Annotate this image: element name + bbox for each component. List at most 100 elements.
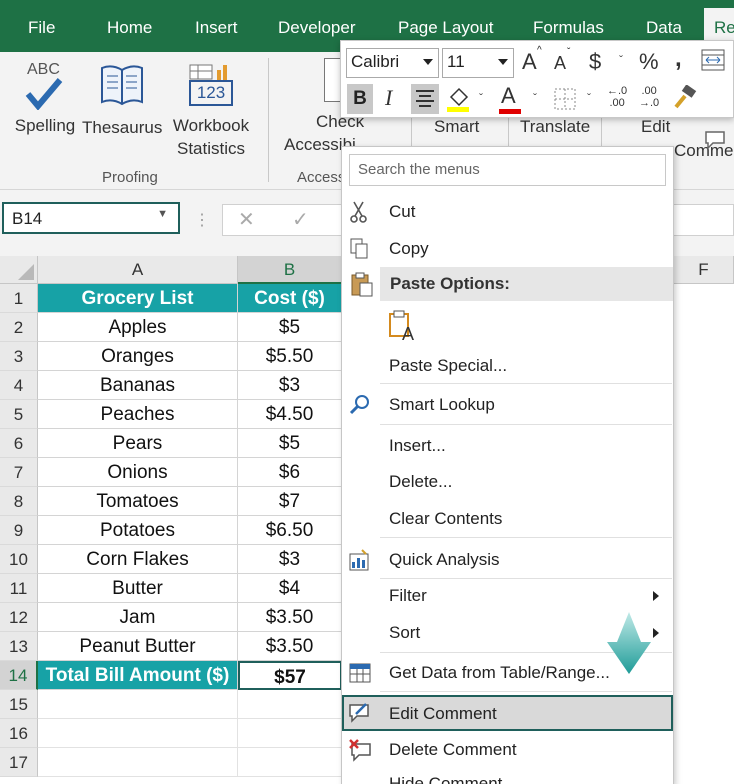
tab-insert[interactable]: Insert xyxy=(195,18,238,38)
row-header[interactable]: 9 xyxy=(0,516,38,545)
table-cell[interactable]: $7 xyxy=(238,487,342,516)
empty-cell[interactable] xyxy=(238,719,342,748)
workbook-statistics-button[interactable]: 123 Workbook Statistics xyxy=(168,58,254,160)
font-color-button[interactable]: A xyxy=(501,83,516,109)
table-cell[interactable]: Potatoes xyxy=(38,516,238,545)
table-header-cell[interactable]: Grocery List xyxy=(38,284,238,313)
table-cell[interactable]: Oranges xyxy=(38,342,238,371)
table-cell[interactable]: $5 xyxy=(238,429,342,458)
table-cell[interactable]: Pears xyxy=(38,429,238,458)
table-cell[interactable]: Butter xyxy=(38,574,238,603)
confirm-entry-icon[interactable]: ✓ xyxy=(292,207,309,232)
table-cell[interactable]: Peanut Butter xyxy=(38,632,238,661)
tab-data[interactable]: Data xyxy=(646,18,682,38)
empty-cell[interactable] xyxy=(238,690,342,719)
row-header[interactable]: 2 xyxy=(0,313,38,342)
menu-item-delete[interactable]: Delete... xyxy=(342,465,673,499)
table-cell[interactable]: Peaches xyxy=(38,400,238,429)
table-cell[interactable]: $5.50 xyxy=(238,342,342,371)
menu-item-delete-comment[interactable]: Delete Comment xyxy=(342,733,673,767)
name-box[interactable]: B14 ▼ xyxy=(2,202,180,234)
increase-decimal-button[interactable]: ←.0.00 xyxy=(607,85,627,109)
table-cell[interactable]: $5 xyxy=(238,313,342,342)
row-header[interactable]: 17 xyxy=(0,748,38,777)
row-header[interactable]: 6 xyxy=(0,429,38,458)
fill-color-dropdown-icon[interactable]: ˇ xyxy=(479,91,483,105)
font-size-select[interactable]: 11 xyxy=(442,48,514,78)
table-cell[interactable]: $3.50 xyxy=(238,603,342,632)
row-header[interactable]: 8 xyxy=(0,487,38,516)
table-cell[interactable]: Bananas xyxy=(38,371,238,400)
percent-style-button[interactable]: % xyxy=(639,49,659,75)
currency-format-button[interactable]: $ xyxy=(589,49,601,75)
table-cell[interactable]: $6 xyxy=(238,458,342,487)
row-header[interactable]: 12 xyxy=(0,603,38,632)
italic-button[interactable]: I xyxy=(385,85,392,111)
table-cell[interactable]: Corn Flakes xyxy=(38,545,238,574)
table-cell[interactable]: Onions xyxy=(38,458,238,487)
comma-style-button[interactable]: , xyxy=(675,45,682,73)
menu-item-clear-contents[interactable]: Clear Contents xyxy=(342,502,673,536)
check-accessibility-button[interactable]: Check Accessibi xyxy=(284,58,364,156)
menu-item-insert[interactable]: Insert... xyxy=(342,429,673,463)
shrink-font-button[interactable]: A xyxy=(554,53,566,74)
translate-button[interactable]: Translate xyxy=(520,115,590,138)
spelling-button[interactable]: ABC Spelling xyxy=(12,58,78,137)
column-header-a[interactable]: A xyxy=(38,256,238,284)
fill-color-icon[interactable] xyxy=(445,85,473,113)
name-box-dropdown-icon[interactable]: ▼ xyxy=(157,208,168,220)
merge-center-icon[interactable] xyxy=(701,49,725,71)
table-cell[interactable]: $3.50 xyxy=(238,632,342,661)
borders-dropdown-icon[interactable]: ˇ xyxy=(587,91,591,105)
menu-item-cut[interactable]: Cut xyxy=(342,195,673,229)
decrease-decimal-button[interactable]: .00 →.0 xyxy=(639,85,659,109)
grow-font-button[interactable]: A xyxy=(522,49,537,75)
tab-home[interactable]: Home xyxy=(107,18,152,38)
empty-cell[interactable] xyxy=(38,748,238,777)
smart-lookup-button[interactable]: Smart xyxy=(434,115,479,138)
table-cell[interactable]: $6.50 xyxy=(238,516,342,545)
menu-item-hide-comment[interactable]: Hide Comment xyxy=(342,767,673,784)
menu-item-edit-comment[interactable]: Edit Comment xyxy=(342,695,673,731)
format-painter-icon[interactable] xyxy=(671,85,697,111)
column-header-b[interactable]: B xyxy=(238,256,342,284)
row-header[interactable]: 1 xyxy=(0,284,38,313)
cancel-entry-icon[interactable]: ✕ xyxy=(238,207,255,232)
menu-search-input[interactable]: Search the menus xyxy=(349,154,666,186)
table-cell[interactable]: $4.50 xyxy=(238,400,342,429)
font-name-select[interactable]: Calibri xyxy=(346,48,439,78)
row-header[interactable]: 4 xyxy=(0,371,38,400)
tab-developer[interactable]: Developer xyxy=(278,18,356,38)
row-header[interactable]: 16 xyxy=(0,719,38,748)
table-cell[interactable]: Tomatoes xyxy=(38,487,238,516)
row-header[interactable]: 5 xyxy=(0,400,38,429)
row-header[interactable]: 15 xyxy=(0,690,38,719)
column-header-f[interactable]: F xyxy=(674,256,734,284)
menu-item-filter[interactable]: Filter xyxy=(342,579,673,613)
row-header[interactable]: 10 xyxy=(0,545,38,574)
row-header[interactable]: 13 xyxy=(0,632,38,661)
font-color-dropdown-icon[interactable]: ˇ xyxy=(533,91,537,105)
row-header[interactable]: 11 xyxy=(0,574,38,603)
empty-cell[interactable] xyxy=(238,748,342,777)
empty-cell[interactable] xyxy=(38,690,238,719)
paste-keep-text-icon[interactable]: A xyxy=(388,309,418,343)
row-header[interactable]: 14 xyxy=(0,661,38,690)
menu-item-copy[interactable]: Copy xyxy=(342,232,673,266)
tab-file[interactable]: File xyxy=(28,18,55,38)
tab-formulas[interactable]: Formulas xyxy=(533,18,604,38)
select-all-corner[interactable] xyxy=(0,256,38,284)
menu-item-quick-analysis[interactable]: Quick Analysis xyxy=(342,543,673,577)
row-header[interactable]: 7 xyxy=(0,458,38,487)
menu-item-smart-lookup[interactable]: Smart Lookup xyxy=(342,388,673,422)
total-value-cell[interactable]: $57 xyxy=(238,661,342,690)
menu-item-paste-special[interactable]: Paste Special... xyxy=(342,349,673,383)
table-cell[interactable]: $3 xyxy=(238,371,342,400)
new-comment-icon[interactable] xyxy=(704,130,728,150)
bold-button[interactable]: B xyxy=(347,84,373,114)
table-header-cell[interactable]: Cost ($) xyxy=(238,284,342,313)
table-cell[interactable]: $4 xyxy=(238,574,342,603)
row-header[interactable]: 3 xyxy=(0,342,38,371)
center-align-icon[interactable] xyxy=(411,84,439,114)
table-cell[interactable]: $3 xyxy=(238,545,342,574)
